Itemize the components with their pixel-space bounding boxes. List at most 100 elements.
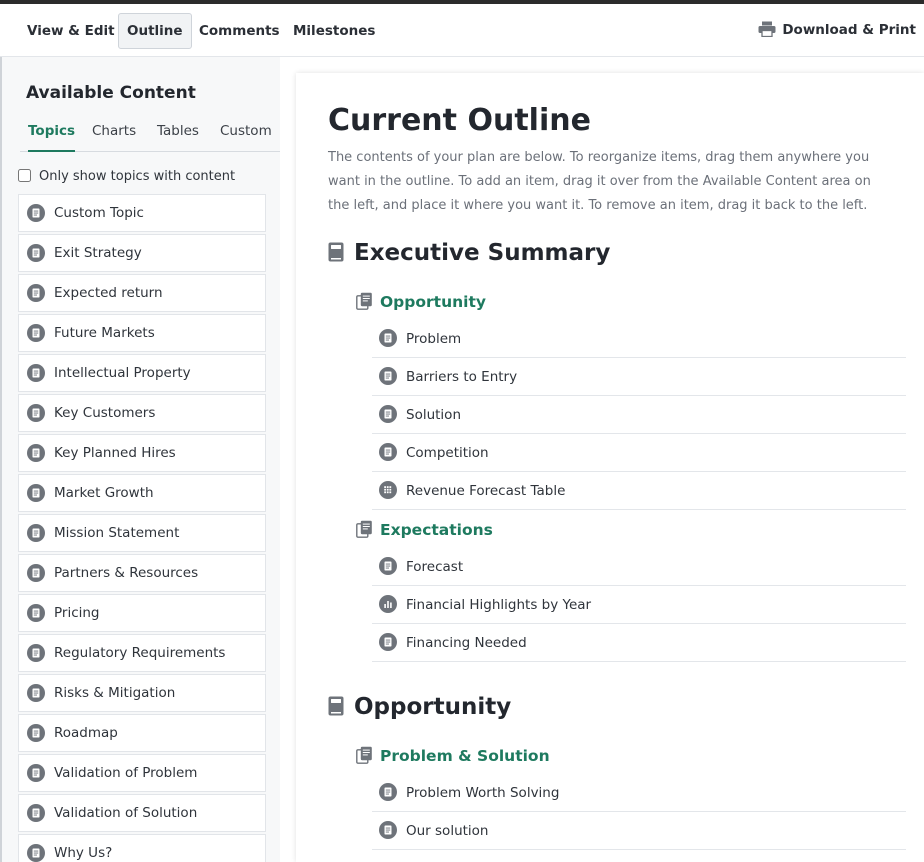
outline-item-problem-worth-solving[interactable]: Problem Worth Solving [372,774,906,812]
topic-item-mission-statement[interactable]: Mission Statement [18,514,266,552]
content-type-tabs: Topics Charts Tables Custom [20,119,280,152]
topic-list: Custom Topic Exit Strategy Expected return… [18,194,266,862]
printer-icon [758,21,776,38]
topic-item-label: Key Customers [54,405,156,421]
topic-item-label: Intellectual Property [54,365,191,381]
topic-item-label: Pricing [54,605,100,621]
topic-item-label: Market Growth [54,485,154,501]
subsection-opportunity[interactable]: Opportunity [356,292,486,311]
topic-item-partners-and-resources[interactable]: Partners & Resources [18,554,266,592]
topic-item-label: Validation of Solution [54,805,198,821]
topic-item-label: Partners & Resources [54,565,199,581]
document-icon [379,783,397,801]
only-with-content-checkbox[interactable] [18,169,31,182]
outline-item-solution[interactable]: Solution [372,396,906,434]
document-icon [27,404,45,422]
topic-item-exit-strategy[interactable]: Exit Strategy [18,234,266,272]
topic-item-key-planned-hires[interactable]: Key Planned Hires [18,434,266,472]
tab-view-edit[interactable]: View & Edit [18,13,124,49]
document-icon [27,844,45,862]
subsection-pages-icon [356,746,372,764]
outline-item-label: Financial Highlights by Year [406,597,592,613]
download-print-label: Download & Print [782,22,916,38]
topic-item-future-markets[interactable]: Future Markets [18,314,266,352]
topic-item-pricing[interactable]: Pricing [18,594,266,632]
content-filter[interactable]: Only show topics with content [18,169,235,184]
tab-milestones[interactable]: Milestones [284,13,384,49]
topic-item-label: Risks & Mitigation [54,685,176,701]
outline-item-label: Problem [406,331,462,347]
outline-item-competition[interactable]: Competition [372,434,906,472]
subsection-title: Problem & Solution [380,747,550,765]
topic-item-risks-and-mitigation[interactable]: Risks & Mitigation [18,674,266,712]
top-navigation-bar: View & Edit Outline Comments Milestones … [0,0,924,57]
outline-item-barriers-to-entry[interactable]: Barriers to Entry [372,358,906,396]
available-content-sidebar: Available Content Topics Charts Tables C… [0,57,280,862]
outline-item-revenue-forecast-table[interactable]: Revenue Forecast Table [372,472,906,510]
topic-item-key-customers[interactable]: Key Customers [18,394,266,432]
topic-item-custom-topic[interactable]: Custom Topic [18,194,266,232]
outline-item-label: Financing Needed [406,635,527,651]
document-icon [27,684,45,702]
document-icon [27,724,45,742]
page-title: Current Outline [328,103,591,138]
document-icon [27,324,45,342]
topic-item-roadmap[interactable]: Roadmap [18,714,266,752]
tab-custom[interactable]: Custom [220,123,272,152]
outline-item-label: Problem Worth Solving [406,785,560,801]
topic-item-intellectual-property[interactable]: Intellectual Property [18,354,266,392]
subsection-pages-icon [356,292,372,310]
document-icon [379,557,397,575]
subsection-problem-and-solution[interactable]: Problem & Solution [356,746,550,765]
section-book-icon [328,242,344,262]
section-executive-summary[interactable]: Executive Summary [328,240,610,266]
outline-item-problem[interactable]: Problem [372,320,906,358]
document-icon [27,204,45,222]
subsection-title: Opportunity [380,293,486,311]
outline-item-financing-needed[interactable]: Financing Needed [372,624,906,662]
topic-item-label: Exit Strategy [54,245,142,261]
topic-item-label: Why Us? [54,845,113,861]
document-icon [27,444,45,462]
topic-item-label: Future Markets [54,325,155,341]
outline-item-forecast[interactable]: Forecast [372,548,906,586]
tab-tables[interactable]: Tables [157,123,199,152]
tab-charts[interactable]: Charts [92,123,136,152]
topic-item-label: Custom Topic [54,205,144,221]
section-book-icon [328,696,344,716]
topic-item-why-us[interactable]: Why Us? [18,834,266,862]
topic-item-label: Key Planned Hires [54,445,176,461]
outline-description: The contents of your plan are below. To … [328,150,871,213]
outline-item-label: Our solution [406,823,489,839]
document-icon [27,284,45,302]
tab-topics[interactable]: Topics [28,123,76,152]
bar-chart-icon [379,595,397,613]
topic-item-expected-return[interactable]: Expected return [18,274,266,312]
document-icon [27,244,45,262]
topic-item-label: Regulatory Requirements [54,645,226,661]
outline-item-our-solution[interactable]: Our solution [372,812,906,850]
document-icon [379,367,397,385]
tab-comments[interactable]: Comments [190,13,289,49]
document-icon [27,764,45,782]
subsection-pages-icon [356,520,372,538]
outline-item-label: Revenue Forecast Table [406,483,566,499]
topic-item-validation-of-solution[interactable]: Validation of Solution [18,794,266,832]
document-icon [27,524,45,542]
topic-item-label: Expected return [54,285,163,301]
outline-item-financial-highlights-by-year[interactable]: Financial Highlights by Year [372,586,906,624]
document-icon [379,405,397,423]
topic-item-label: Roadmap [54,725,118,741]
document-icon [27,604,45,622]
section-opportunity[interactable]: Opportunity [328,694,511,720]
tab-outline[interactable]: Outline [118,13,192,49]
subsection-title: Expectations [380,521,493,539]
topic-item-validation-of-problem[interactable]: Validation of Problem [18,754,266,792]
outline-item-label: Competition [406,445,489,461]
subsection-expectations[interactable]: Expectations [356,520,493,539]
outline-item-label: Solution [406,407,461,423]
download-print-button[interactable]: Download & Print [758,13,916,49]
topic-item-regulatory-requirements[interactable]: Regulatory Requirements [18,634,266,672]
section-title: Opportunity [354,694,512,720]
topic-item-market-growth[interactable]: Market Growth [18,474,266,512]
